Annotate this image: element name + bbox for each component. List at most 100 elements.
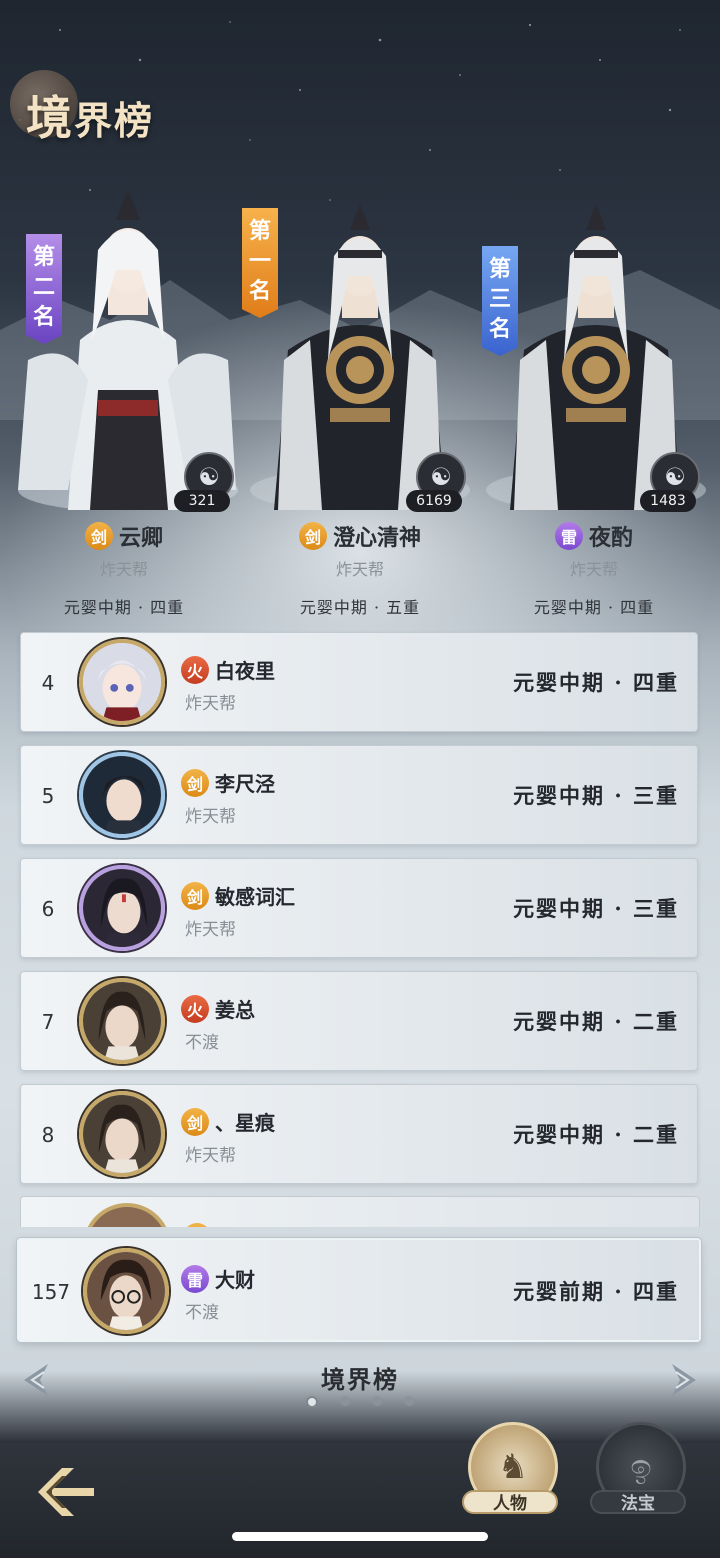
banner-char: 一 [248, 248, 271, 274]
rank-row[interactable]: 8 剑 、星痕 炸天帮 元婴中期 · 二重 [20, 1084, 698, 1184]
realm-level: 元婴中期 · 二重 [513, 1009, 679, 1034]
avatar[interactable] [79, 865, 165, 951]
avatar[interactable] [79, 1091, 165, 1177]
next-page-arrow-icon[interactable] [668, 1360, 702, 1400]
player-name[interactable]: 白夜里 [215, 655, 275, 684]
name-row: 剑 、星痕 [181, 1107, 275, 1136]
realm-level: 元婴中期 · 二重 [513, 1122, 679, 1147]
podium-third[interactable]: 第 三 名 ☯ 1483 [480, 190, 712, 520]
score-badge: 1483 [640, 490, 696, 512]
page-dot[interactable] [340, 1396, 350, 1406]
player-name[interactable]: 姜总 [215, 994, 255, 1023]
rank-row-partial[interactable] [20, 1196, 700, 1227]
page-dot[interactable] [404, 1396, 414, 1406]
element-badge-thunder: 雷 [554, 522, 583, 550]
guild-name: 炸天帮 [569, 560, 618, 579]
rank-row[interactable]: 6 剑 敏感词汇 炸天帮 元婴中期 · 三重 [20, 858, 698, 958]
name-row: 火 白夜里 [181, 655, 275, 684]
guild-name: 不渡 [185, 1033, 219, 1053]
banner-char: 名 [32, 304, 55, 330]
podium-first[interactable]: 第 一 名 ☯ 6169 [242, 190, 476, 520]
name-row: 剑 李尺泾 [181, 768, 275, 797]
guild-name: 炸天帮 [185, 920, 236, 940]
rank-number: 157 [31, 1280, 71, 1304]
guild-name: 不渡 [185, 1303, 219, 1323]
name-row: 剑 敏感词汇 [181, 881, 295, 910]
rank-row[interactable]: 7 火 姜总 不渡 元婴中期 · 二重 [20, 971, 698, 1071]
page-title: 境界榜 [10, 68, 230, 158]
avatar[interactable] [79, 978, 165, 1064]
player-name[interactable]: 敏感词汇 [215, 881, 295, 910]
rank-number: 4 [41, 671, 55, 695]
score-badge: 6169 [406, 490, 462, 512]
home-indicator[interactable] [232, 1532, 488, 1541]
element-badge-fire: 火 [181, 994, 209, 1023]
banner-char: 名 [488, 316, 511, 342]
avatar [83, 1203, 171, 1227]
banner-char: 第 [32, 244, 55, 270]
guild-name: 炸天帮 [335, 560, 384, 579]
page-dot[interactable] [306, 1396, 318, 1408]
rank-number: 7 [41, 1010, 55, 1034]
rank-row[interactable]: 5 剑 李尺泾 炸天帮 元婴中期 · 三重 [20, 745, 698, 845]
banner-char: 二 [32, 274, 55, 300]
player-name[interactable]: 李尺泾 [215, 768, 275, 797]
player-name[interactable]: 夜酌 [589, 520, 633, 552]
tab-label: 法宝 [590, 1490, 686, 1514]
realm-level: 元婴中期 · 四重 [533, 598, 655, 617]
name-row: 剑 云卿 [8, 520, 240, 552]
element-badge-sword: 剑 [298, 522, 327, 550]
banner-char: 第 [488, 256, 511, 282]
page-indicator [0, 1396, 720, 1408]
my-rank-row[interactable]: 157 雷 大财 不渡 元婴前期 · 四重 [17, 1238, 701, 1342]
guild-name: 炸天帮 [185, 1146, 236, 1166]
banner-char: 名 [248, 278, 271, 304]
score-badge: 321 [174, 490, 230, 512]
tab-label: 人物 [462, 1490, 558, 1514]
element-badge-sword: 剑 [181, 1107, 209, 1136]
guild-name: 炸天帮 [185, 694, 236, 714]
realm-level: 元婴中期 · 四重 [513, 670, 679, 695]
podium-third-info: 雷 夜酌 炸天帮 元婴中期 · 四重 [478, 520, 710, 618]
rank-banner-third: 第 三 名 [482, 246, 518, 356]
my-avatar[interactable] [83, 1248, 169, 1334]
element-badge-fire: 火 [181, 655, 209, 684]
element-badge-sword: 剑 [84, 522, 113, 550]
player-name[interactable]: 澄心清神 [333, 520, 421, 552]
element-badge-sword: 剑 [181, 881, 209, 910]
podium-second[interactable]: 第 二 名 ☯ 321 [8, 190, 240, 520]
player-name[interactable]: 、星痕 [215, 1107, 275, 1136]
rank-row[interactable]: 4 火 白夜里 炸天帮 元婴中期 · 四重 [20, 632, 698, 732]
realm-level: 元婴中期 · 三重 [513, 896, 679, 921]
rank-banner-first: 第 一 名 [242, 208, 278, 318]
name-row: 火 姜总 [181, 994, 255, 1023]
rank-number: 6 [41, 897, 55, 921]
avatar[interactable] [79, 752, 165, 838]
podium-first-info: 剑 澄心清神 炸天帮 元婴中期 · 五重 [244, 520, 476, 618]
page-dot[interactable] [372, 1396, 382, 1406]
tab-person[interactable]: ♞ 人物 [462, 1422, 558, 1518]
player-name[interactable]: 云卿 [119, 520, 163, 552]
rank-number: 8 [41, 1123, 55, 1147]
tab-treasure[interactable]: ඉ 法宝 [590, 1422, 686, 1518]
title-big-char: 境 [26, 91, 74, 145]
name-row: 雷 大财 [181, 1264, 255, 1293]
element-badge-thunder: 雷 [181, 1264, 209, 1293]
banner-char: 三 [488, 286, 511, 312]
realm-level: 元婴前期 · 四重 [513, 1279, 679, 1304]
back-arrow-icon[interactable] [34, 1464, 98, 1520]
realm-level: 元婴中期 · 三重 [513, 783, 679, 808]
guild-name: 炸天帮 [99, 560, 148, 579]
player-name[interactable]: 大财 [215, 1264, 255, 1293]
avatar[interactable] [79, 639, 165, 725]
banner-char: 第 [248, 218, 271, 244]
realm-level: 元婴中期 · 五重 [299, 598, 421, 617]
pager-title: 境界榜 [321, 1365, 399, 1394]
realm-level: 元婴中期 · 四重 [63, 598, 185, 617]
name-row: 剑 澄心清神 [244, 520, 476, 552]
title-small-chars: 界榜 [74, 98, 155, 143]
element-badge-sword: 剑 [181, 768, 209, 797]
guild-name: 炸天帮 [185, 807, 236, 827]
name-row: 雷 夜酌 [478, 520, 710, 552]
rank-number: 5 [41, 784, 55, 808]
